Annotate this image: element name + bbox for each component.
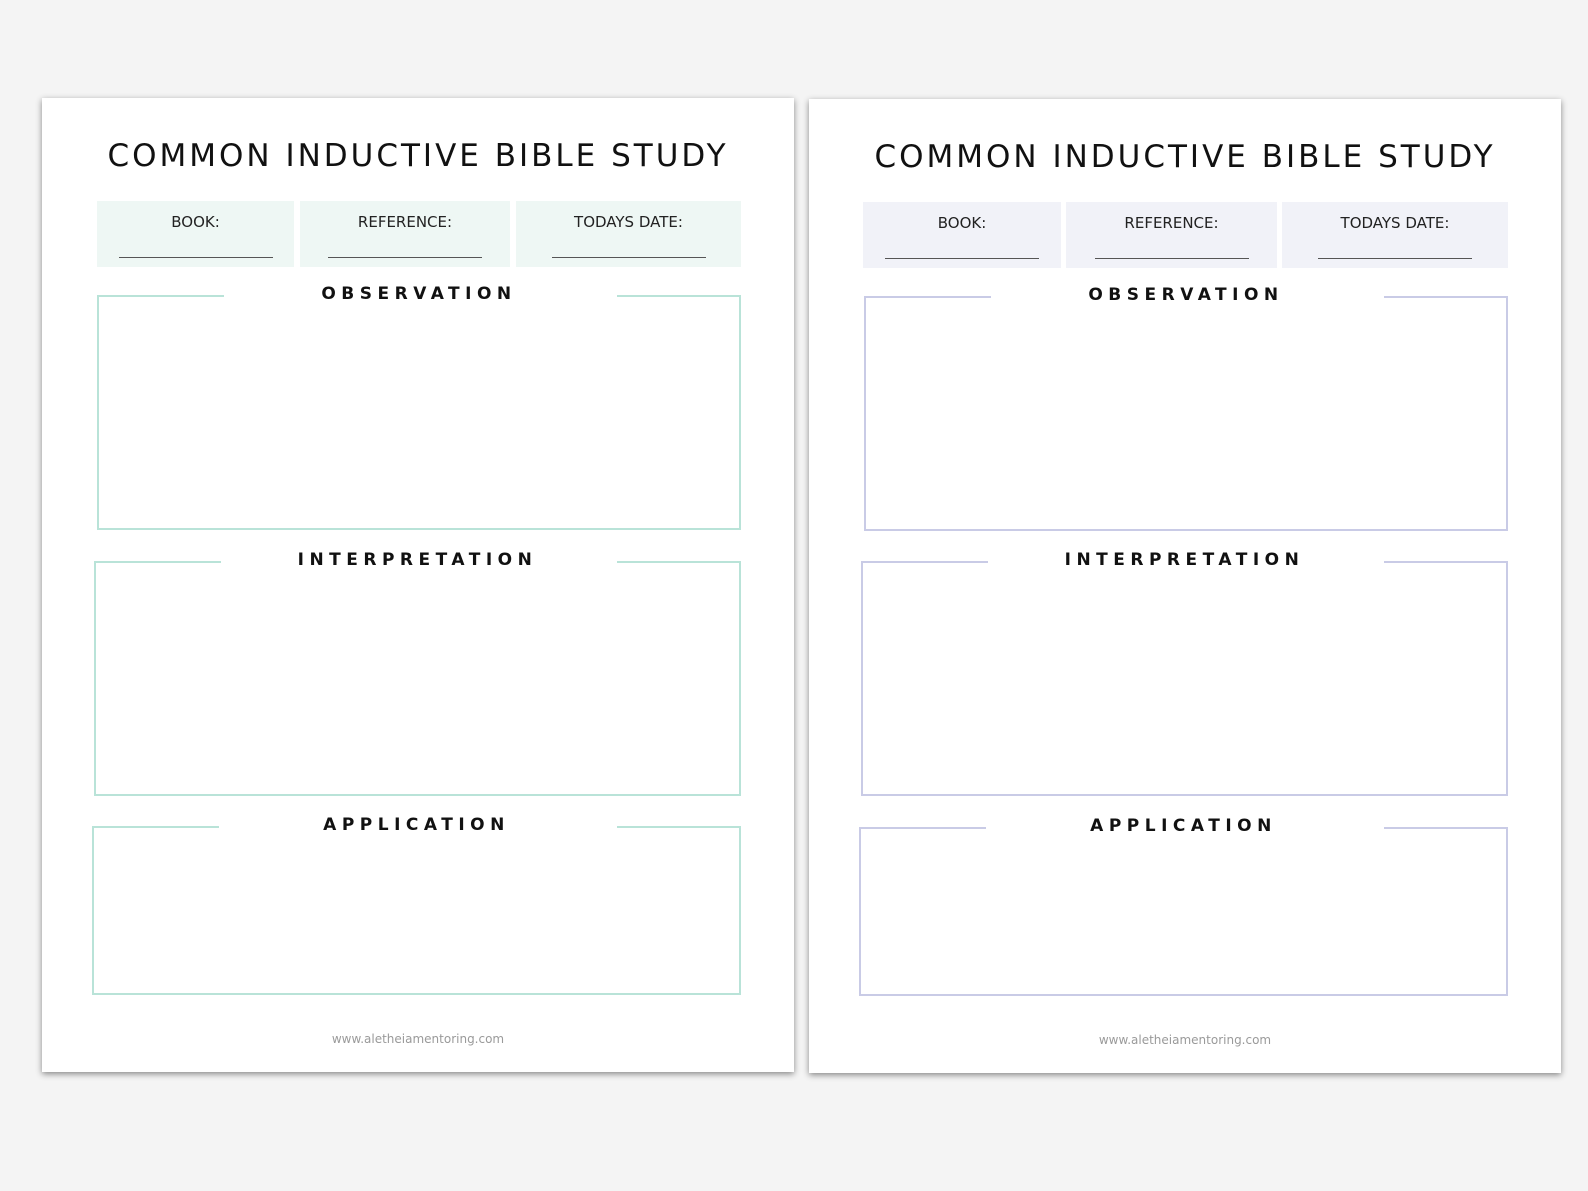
todays-date-line — [1318, 258, 1472, 259]
book-label: BOOK: — [937, 214, 987, 232]
book-field[interactable]: BOOK: — [97, 201, 294, 267]
interpretation-heading: INTERPRETATION — [297, 550, 538, 570]
todays-date-label: TODAYS DATE: — [574, 213, 683, 231]
book-label: BOOK: — [171, 213, 220, 231]
observation-box[interactable]: OBSERVATION — [864, 285, 1508, 531]
application-box[interactable]: APPLICATION — [859, 816, 1508, 996]
reference-label: REFERENCE: — [1124, 214, 1219, 232]
todays-date-field[interactable]: TODAYS DATE: — [1282, 202, 1508, 268]
book-field[interactable]: BOOK: — [863, 202, 1061, 268]
reference-field[interactable]: REFERENCE: — [1066, 202, 1277, 268]
footer-url: www.aletheiamentoring.com — [331, 1032, 505, 1046]
application-heading: APPLICATION — [323, 815, 510, 835]
application-heading: APPLICATION — [1090, 816, 1277, 836]
book-line — [885, 258, 1039, 259]
reference-label: REFERENCE: — [357, 213, 453, 231]
book-line — [118, 257, 273, 258]
reference-field[interactable]: REFERENCE: — [300, 201, 510, 267]
interpretation-box[interactable]: INTERPRETATION — [861, 550, 1508, 796]
reference-line — [328, 257, 482, 258]
interpretation-box[interactable]: INTERPRETATION — [94, 550, 741, 796]
footer-url: www.aletheiamentoring.com — [1098, 1033, 1272, 1047]
observation-heading: OBSERVATION — [1088, 285, 1284, 305]
application-box[interactable]: APPLICATION — [92, 815, 741, 995]
interpretation-heading: INTERPRETATION — [1064, 550, 1305, 570]
study-sheet-lavender: COMMON INDUCTIVE BIBLE STUDY BOOK: REFER… — [809, 99, 1561, 1073]
todays-date-label: TODAYS DATE: — [1340, 214, 1450, 232]
reference-line — [1094, 258, 1249, 259]
observation-heading: OBSERVATION — [321, 284, 517, 304]
todays-date-line — [551, 257, 706, 258]
page-title: COMMON INDUCTIVE BIBLE STUDY — [107, 138, 729, 174]
todays-date-field[interactable]: TODAYS DATE: — [516, 201, 741, 267]
page-title: COMMON INDUCTIVE BIBLE STUDY — [874, 139, 1496, 175]
study-sheet-mint: COMMON INDUCTIVE BIBLE STUDY BOOK: REFER… — [42, 98, 794, 1072]
observation-box[interactable]: OBSERVATION — [97, 284, 741, 530]
